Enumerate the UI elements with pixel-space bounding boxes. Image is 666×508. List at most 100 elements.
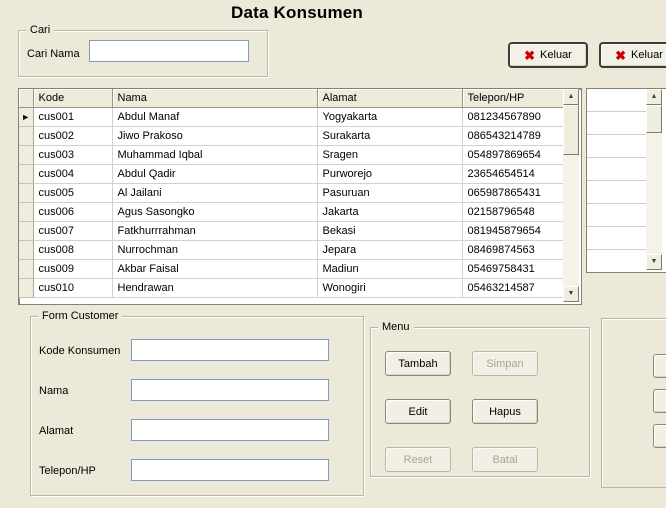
scroll-down-button[interactable]: ▼ bbox=[563, 286, 579, 302]
cell-nama[interactable]: Muhammad Iqbal bbox=[112, 145, 318, 165]
background-window-grid: ▲ ▼ bbox=[586, 88, 666, 273]
cell-nama[interactable]: Abdul Manaf bbox=[112, 107, 318, 127]
cell-kode[interactable]: cus002 bbox=[33, 126, 113, 146]
table-row[interactable]: cus008 Nurrochman Jepara 08469874563 bbox=[19, 240, 564, 260]
table-row[interactable]: cus003 Muhammad Iqbal Sragen 05489786965… bbox=[19, 145, 564, 165]
exit-button[interactable]: ✖ Keluar bbox=[508, 42, 588, 68]
cell-nama[interactable]: Fatkhurrrahman bbox=[112, 221, 318, 241]
cell-nama[interactable]: Hendrawan bbox=[112, 278, 318, 298]
cell-kode[interactable]: cus009 bbox=[33, 259, 113, 279]
scroll-up-icon: ▲ bbox=[650, 93, 658, 100]
row-selector[interactable] bbox=[19, 145, 34, 165]
cell-nama[interactable]: Akbar Faisal bbox=[112, 259, 318, 279]
scroll-up-button[interactable]: ▲ bbox=[563, 89, 579, 105]
cell-alamat[interactable]: Surakarta bbox=[317, 126, 463, 146]
batal-button: Batal bbox=[472, 447, 538, 472]
cell-kode[interactable]: cus003 bbox=[33, 145, 113, 165]
row-selector[interactable] bbox=[19, 183, 34, 203]
table-row[interactable]: cus002 Jiwo Prakoso Surakarta 0865432147… bbox=[19, 126, 564, 146]
cell-alamat[interactable]: Jakarta bbox=[317, 202, 463, 222]
cell-telepon[interactable]: 054897869654 bbox=[462, 145, 564, 165]
cell-alamat[interactable]: Wonogiri bbox=[317, 278, 463, 298]
scroll-thumb[interactable] bbox=[563, 105, 579, 155]
nama-label: Nama bbox=[39, 385, 69, 397]
table-header-row: Kode Nama Alamat Telepon/HP bbox=[19, 89, 564, 108]
row-selector[interactable] bbox=[19, 259, 34, 279]
cell-kode[interactable]: cus001 bbox=[33, 107, 113, 127]
row-selector[interactable] bbox=[19, 126, 34, 146]
cell-kode[interactable]: cus005 bbox=[33, 183, 113, 203]
table-row[interactable]: cus006 Agus Sasongko Jakarta 02158796548 bbox=[19, 202, 564, 222]
background-exit-button-label: Keluar bbox=[631, 49, 663, 61]
table-row[interactable]: ► cus001 Abdul Manaf Yogyakarta 08123456… bbox=[19, 107, 564, 127]
cell-telepon[interactable]: 08469874563 bbox=[462, 240, 564, 260]
cell-kode[interactable]: cus006 bbox=[33, 202, 113, 222]
telepon-hp-input[interactable] bbox=[131, 459, 329, 481]
cell-alamat[interactable]: Bekasi bbox=[317, 221, 463, 241]
background-grid-vertical-scrollbar[interactable]: ▲ ▼ bbox=[646, 89, 662, 270]
cell-nama[interactable]: Al Jailani bbox=[112, 183, 318, 203]
background-window-button-fragment[interactable] bbox=[653, 389, 666, 413]
table-row[interactable]: cus004 Abdul Qadir Purworejo 23654654514 bbox=[19, 164, 564, 184]
cell-nama[interactable]: Nurrochman bbox=[112, 240, 318, 260]
background-exit-button[interactable]: ✖ Keluar bbox=[599, 42, 666, 68]
background-window-button-fragment[interactable] bbox=[653, 354, 666, 378]
alamat-input[interactable] bbox=[131, 419, 329, 441]
cell-kode[interactable]: cus007 bbox=[33, 221, 113, 241]
menu-groupbox: Menu Tambah Simpan Edit Hapus Reset Bata… bbox=[370, 320, 590, 477]
cell-telepon[interactable]: 05463214587 bbox=[462, 278, 564, 298]
table-row[interactable]: cus007 Fatkhurrrahman Bekasi 08194587965… bbox=[19, 221, 564, 241]
cell-telepon[interactable]: 02158796548 bbox=[462, 202, 564, 222]
cell-telepon[interactable]: 065987865431 bbox=[462, 183, 564, 203]
column-header-selector bbox=[19, 89, 34, 108]
cell-telepon[interactable]: 23654654514 bbox=[462, 164, 564, 184]
scroll-down-button[interactable]: ▼ bbox=[646, 254, 662, 270]
nama-input[interactable] bbox=[131, 379, 329, 401]
cell-telepon[interactable]: 086543214789 bbox=[462, 126, 564, 146]
cell-nama[interactable]: Jiwo Prakoso bbox=[112, 126, 318, 146]
scroll-up-button[interactable]: ▲ bbox=[646, 89, 662, 105]
scroll-thumb[interactable] bbox=[646, 105, 662, 133]
cell-kode[interactable]: cus010 bbox=[33, 278, 113, 298]
kode-konsumen-input[interactable] bbox=[131, 339, 329, 361]
row-selector[interactable] bbox=[19, 240, 34, 260]
search-name-input[interactable] bbox=[89, 40, 249, 62]
table-row[interactable]: cus010 Hendrawan Wonogiri 05463214587 bbox=[19, 278, 564, 298]
cell-alamat[interactable]: Jepara bbox=[317, 240, 463, 260]
customer-table-grid: Kode Nama Alamat Telepon/HP ► cus001 Abd… bbox=[19, 89, 564, 298]
cell-kode[interactable]: cus004 bbox=[33, 164, 113, 184]
search-name-label: Cari Nama bbox=[27, 48, 80, 60]
cell-nama[interactable]: Abdul Qadir bbox=[112, 164, 318, 184]
scroll-down-icon: ▼ bbox=[650, 258, 658, 265]
telepon-hp-label: Telepon/HP bbox=[39, 465, 96, 477]
cell-alamat[interactable]: Madiun bbox=[317, 259, 463, 279]
edit-button[interactable]: Edit bbox=[385, 399, 451, 424]
background-grid-rows bbox=[587, 89, 646, 270]
menu-group-label: Menu bbox=[378, 320, 414, 335]
grid-vertical-scrollbar[interactable]: ▲ ▼ bbox=[563, 89, 579, 302]
row-selector[interactable] bbox=[19, 278, 34, 298]
cell-alamat[interactable]: Yogyakarta bbox=[317, 107, 463, 127]
cell-alamat[interactable]: Sragen bbox=[317, 145, 463, 165]
cell-kode[interactable]: cus008 bbox=[33, 240, 113, 260]
column-header-telepon: Telepon/HP bbox=[462, 89, 564, 108]
search-group-label: Cari bbox=[26, 23, 55, 38]
row-selector[interactable] bbox=[19, 221, 34, 241]
cell-nama[interactable]: Agus Sasongko bbox=[112, 202, 318, 222]
table-row[interactable]: cus009 Akbar Faisal Madiun 05469758431 bbox=[19, 259, 564, 279]
tambah-button[interactable]: Tambah bbox=[385, 351, 451, 376]
form-customer-groupbox: Form Customer Kode Konsumen Nama Alamat … bbox=[30, 309, 364, 496]
row-selector[interactable] bbox=[19, 202, 34, 222]
column-header-nama: Nama bbox=[112, 89, 318, 108]
cell-telepon[interactable]: 081945879654 bbox=[462, 221, 564, 241]
background-window-button-fragment[interactable] bbox=[653, 424, 666, 448]
scroll-up-icon: ▲ bbox=[567, 93, 575, 100]
table-row[interactable]: cus005 Al Jailani Pasuruan 065987865431 bbox=[19, 183, 564, 203]
cell-telepon[interactable]: 05469758431 bbox=[462, 259, 564, 279]
cell-telepon[interactable]: 081234567890 bbox=[462, 107, 564, 127]
row-selector[interactable] bbox=[19, 164, 34, 184]
hapus-button[interactable]: Hapus bbox=[472, 399, 538, 424]
cell-alamat[interactable]: Purworejo bbox=[317, 164, 463, 184]
row-selector[interactable]: ► bbox=[19, 107, 34, 127]
cell-alamat[interactable]: Pasuruan bbox=[317, 183, 463, 203]
